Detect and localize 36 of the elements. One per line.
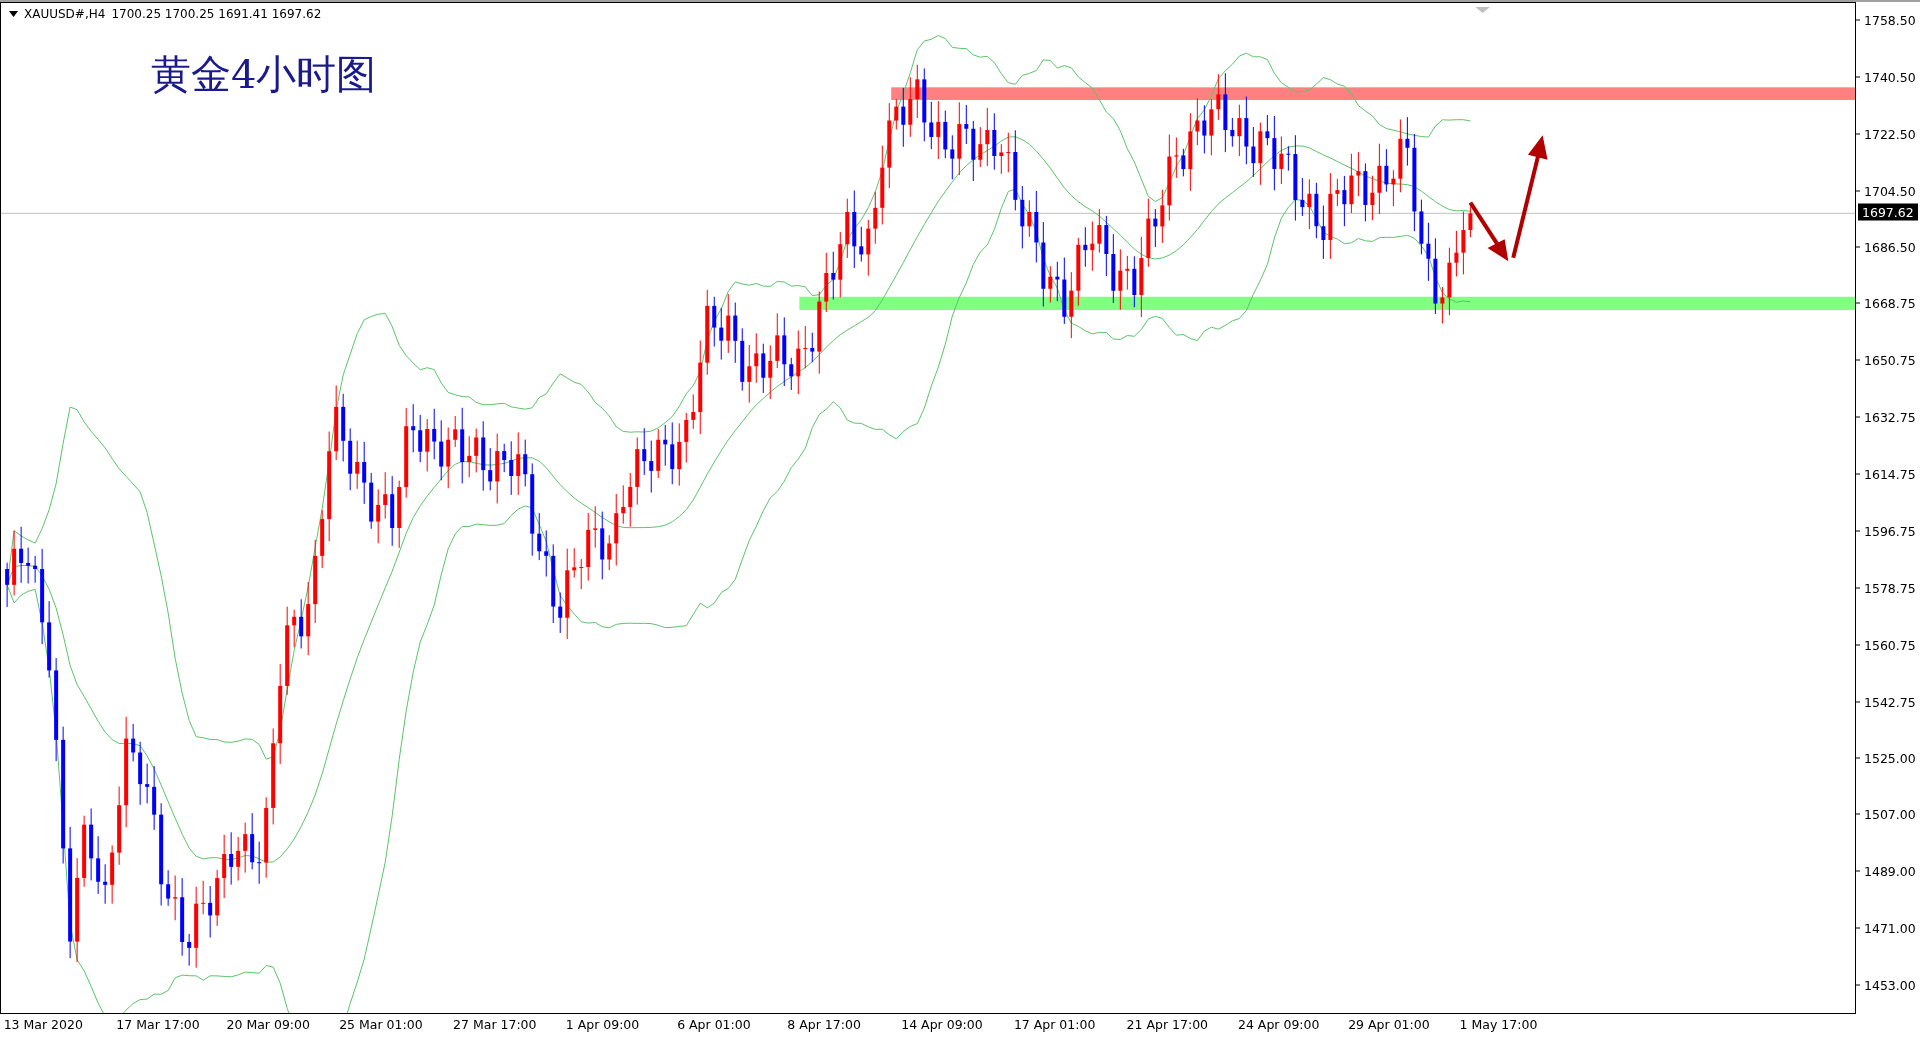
price-axis-label: 1668.75: [1864, 296, 1916, 311]
time-axis-label: 17 Mar 17:00: [116, 1017, 200, 1032]
time-axis-label: 17 Apr 01:00: [1013, 1017, 1096, 1032]
time-axis-label: 14 Apr 09:00: [901, 1017, 983, 1032]
time-axis-label: 27 Mar 17:00: [453, 1017, 537, 1032]
price-axis-label: 1489.00: [1864, 863, 1916, 879]
price-axis-label: 1650.75: [1864, 352, 1916, 368]
price-axis-label: 1596.75: [1864, 523, 1916, 539]
time-axis-label: 25 Mar 01:00: [339, 1017, 423, 1032]
quote-values: 1700.25 1700.25 1691.41 1697.62: [111, 7, 322, 21]
chart-title: 黄金4小时图: [151, 50, 377, 99]
price-axis-label: 1632.75: [1864, 409, 1916, 425]
time-axis-label: 21 Apr 17:00: [1126, 1017, 1209, 1032]
price-axis-label: 1542.75: [1864, 694, 1916, 709]
price-axis-label: 1614.75: [1864, 466, 1916, 482]
current-price-tag: 1697.62: [1858, 203, 1918, 221]
price-axis-label: 1686.50: [1864, 239, 1916, 255]
time-axis-label: 1 May 17:00: [1459, 1017, 1538, 1032]
price-axis-label: 1560.75: [1864, 637, 1916, 653]
symbol-label: XAUUSD#,H4: [24, 7, 106, 21]
time-axis-label: 24 Apr 09:00: [1237, 1017, 1320, 1032]
price-axis-label: 1722.50: [1864, 126, 1916, 142]
time-axis-label: 29 Apr 01:00: [1348, 1017, 1430, 1032]
price-axis-label: 1578.75: [1864, 580, 1916, 596]
price-axis-label: 1507.00: [1864, 806, 1916, 822]
time-axis-label: 8 Apr 17:00: [787, 1017, 861, 1032]
time-axis-label: 6 Apr 01:00: [677, 1017, 751, 1032]
price-axis-label: 1525.00: [1864, 750, 1916, 766]
time-axis-label: 1 Apr 09:00: [565, 1017, 640, 1032]
price-axis-label: 1704.50: [1864, 183, 1916, 199]
time-axis-label: 20 Mar 09:00: [226, 1017, 310, 1032]
price-axis-label: 1740.50: [1864, 69, 1916, 85]
price-axis-label: 1758.50: [1864, 12, 1916, 28]
price-axis-label: 1471.00: [1864, 920, 1916, 936]
price-axis-label: 1453.00: [1864, 977, 1916, 993]
time-axis-label: 13 Mar 2020: [3, 1017, 83, 1032]
